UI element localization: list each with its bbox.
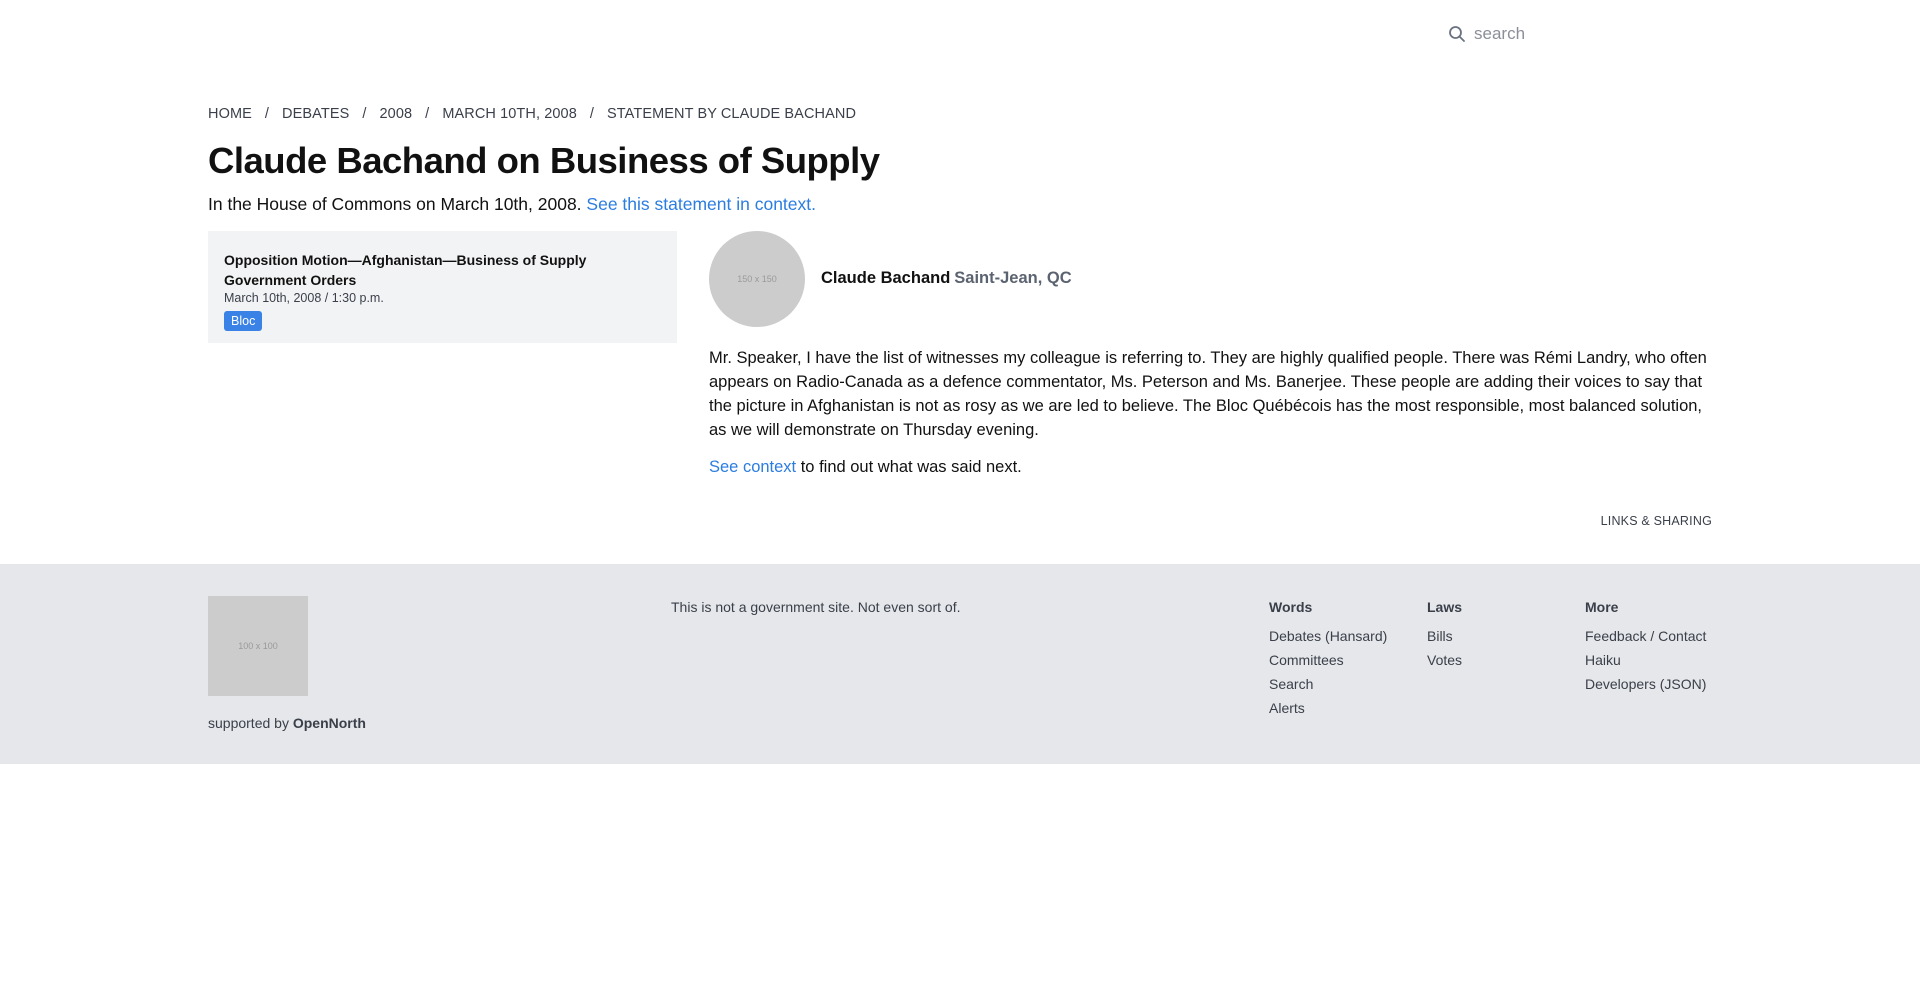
statement-text: Mr. Speaker, I have the list of witnesse…: [709, 348, 1707, 439]
search-box[interactable]: [1448, 24, 1674, 44]
party-badge[interactable]: Bloc: [224, 310, 263, 331]
breadcrumb: HOME / DEBATES / 2008 / MARCH 10TH, 2008…: [208, 106, 1712, 122]
breadcrumb-date[interactable]: MARCH 10TH, 2008: [442, 106, 577, 122]
breadcrumb-year[interactable]: 2008: [380, 106, 413, 122]
supported-org-link[interactable]: OpenNorth: [293, 715, 366, 731]
footer-link-bills[interactable]: Bills: [1427, 624, 1462, 648]
footer-heading-laws: Laws: [1427, 599, 1463, 615]
footer-logo[interactable]: 100 x 100: [208, 596, 308, 696]
speaker-name[interactable]: Claude Bachand: [821, 269, 950, 288]
debate-timestamp: March 10th, 2008 / 1:30 p.m.: [224, 290, 384, 305]
context-rest-text: to find out what was said next.: [796, 457, 1022, 476]
supported-by: supported by OpenNorth: [208, 715, 366, 731]
footer-link-search[interactable]: Search: [1269, 672, 1387, 696]
footer-link-alerts[interactable]: Alerts: [1269, 696, 1387, 720]
site-footer: 100 x 100 supported by OpenNorth This is…: [0, 564, 1920, 764]
intro-text: In the House of Commons on March 10th, 2…: [208, 193, 582, 214]
breadcrumb-separator: /: [425, 106, 430, 122]
footer-link-votes[interactable]: Votes: [1427, 648, 1462, 672]
footer-link-developers[interactable]: Developers (JSON): [1585, 672, 1706, 696]
context-line: See context to find out what was said ne…: [709, 458, 1712, 477]
footer-column-laws: Laws Bills Votes: [1427, 599, 1462, 672]
debate-title: Opposition Motion—Afghanistan—Business o…: [224, 251, 587, 268]
debate-section: Government Orders: [224, 271, 357, 288]
footer-disclaimer: This is not a government site. Not even …: [671, 599, 961, 615]
breadcrumb-separator: /: [362, 106, 367, 122]
speaker-header: 150 x 150 Claude Bachand Saint-Jean, QC: [709, 230, 1712, 327]
footer-inner: 100 x 100 supported by OpenNorth This is…: [208, 564, 1712, 764]
intro-line: In the House of Commons on March 10th, 2…: [208, 194, 1712, 215]
footer-heading-more: More: [1585, 599, 1619, 615]
breadcrumb-home[interactable]: HOME: [208, 106, 252, 122]
speaker-avatar[interactable]: 150 x 150: [709, 230, 805, 327]
content-row: Opposition Motion—Afghanistan—Business o…: [208, 230, 1712, 528]
footer-link-debates[interactable]: Debates (Hansard): [1269, 624, 1387, 648]
supported-prefix: supported by: [208, 715, 293, 731]
footer-column-more: More Feedback / Contact Haiku Developers…: [1585, 599, 1706, 696]
speaker-riding[interactable]: Saint-Jean, QC: [954, 269, 1071, 288]
search-input[interactable]: [1474, 24, 1674, 44]
search-icon[interactable]: [1448, 25, 1466, 43]
breadcrumb-separator: /: [589, 106, 595, 122]
footer-link-feedback[interactable]: Feedback / Contact: [1585, 624, 1706, 648]
breadcrumb-separator: /: [264, 106, 270, 122]
logo-placeholder-text: 100 x 100: [238, 641, 278, 651]
links-sharing-toggle[interactable]: LINKS & SHARING: [709, 514, 1712, 528]
statement-section: 150 x 150 Claude Bachand Saint-Jean, QC …: [709, 230, 1712, 528]
see-context-link[interactable]: See context: [709, 458, 796, 476]
main-container: HOME / DEBATES / 2008 / MARCH 10TH, 2008…: [208, 106, 1712, 528]
footer-column-words: Words Debates (Hansard) Committees Searc…: [1269, 599, 1387, 720]
footer-link-committees[interactable]: Committees: [1269, 648, 1387, 672]
avatar-placeholder-text: 150 x 150: [737, 273, 777, 284]
breadcrumb-debates[interactable]: DEBATES: [282, 106, 349, 122]
debate-info-panel: Opposition Motion—Afghanistan—Business o…: [208, 230, 677, 343]
page-title: Claude Bachand on Business of Supply: [208, 140, 880, 181]
statement-context-link[interactable]: See this statement in context.: [586, 194, 816, 214]
breadcrumb-current: STATEMENT BY CLAUDE BACHAND: [607, 106, 857, 122]
site-header: [0, 0, 1920, 75]
footer-heading-words: Words: [1269, 599, 1313, 615]
footer-link-haiku[interactable]: Haiku: [1585, 648, 1706, 672]
